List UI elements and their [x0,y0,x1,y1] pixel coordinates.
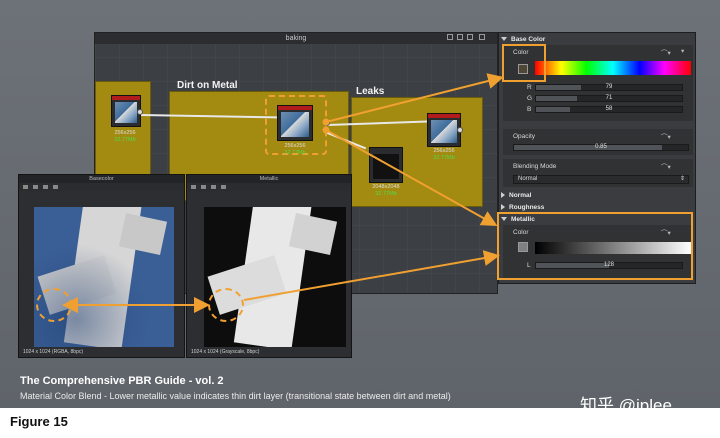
caption-title: The Comprehensive PBR Guide - vol. 2 [20,375,224,387]
arrow-to-metallic [325,129,498,226]
arrow-to-base-color [325,73,504,123]
watermark: 知乎 @jplee [580,396,672,408]
caption-subtitle: Material Color Blend - Lower metallic va… [20,391,451,401]
figure-image: baking Dirt on Metal Leaks 256x256 32.77… [0,0,720,408]
arrow-overlay [62,73,504,313]
figure-label: Figure 15 [10,414,68,429]
arrow-metallic-link [243,250,500,301]
